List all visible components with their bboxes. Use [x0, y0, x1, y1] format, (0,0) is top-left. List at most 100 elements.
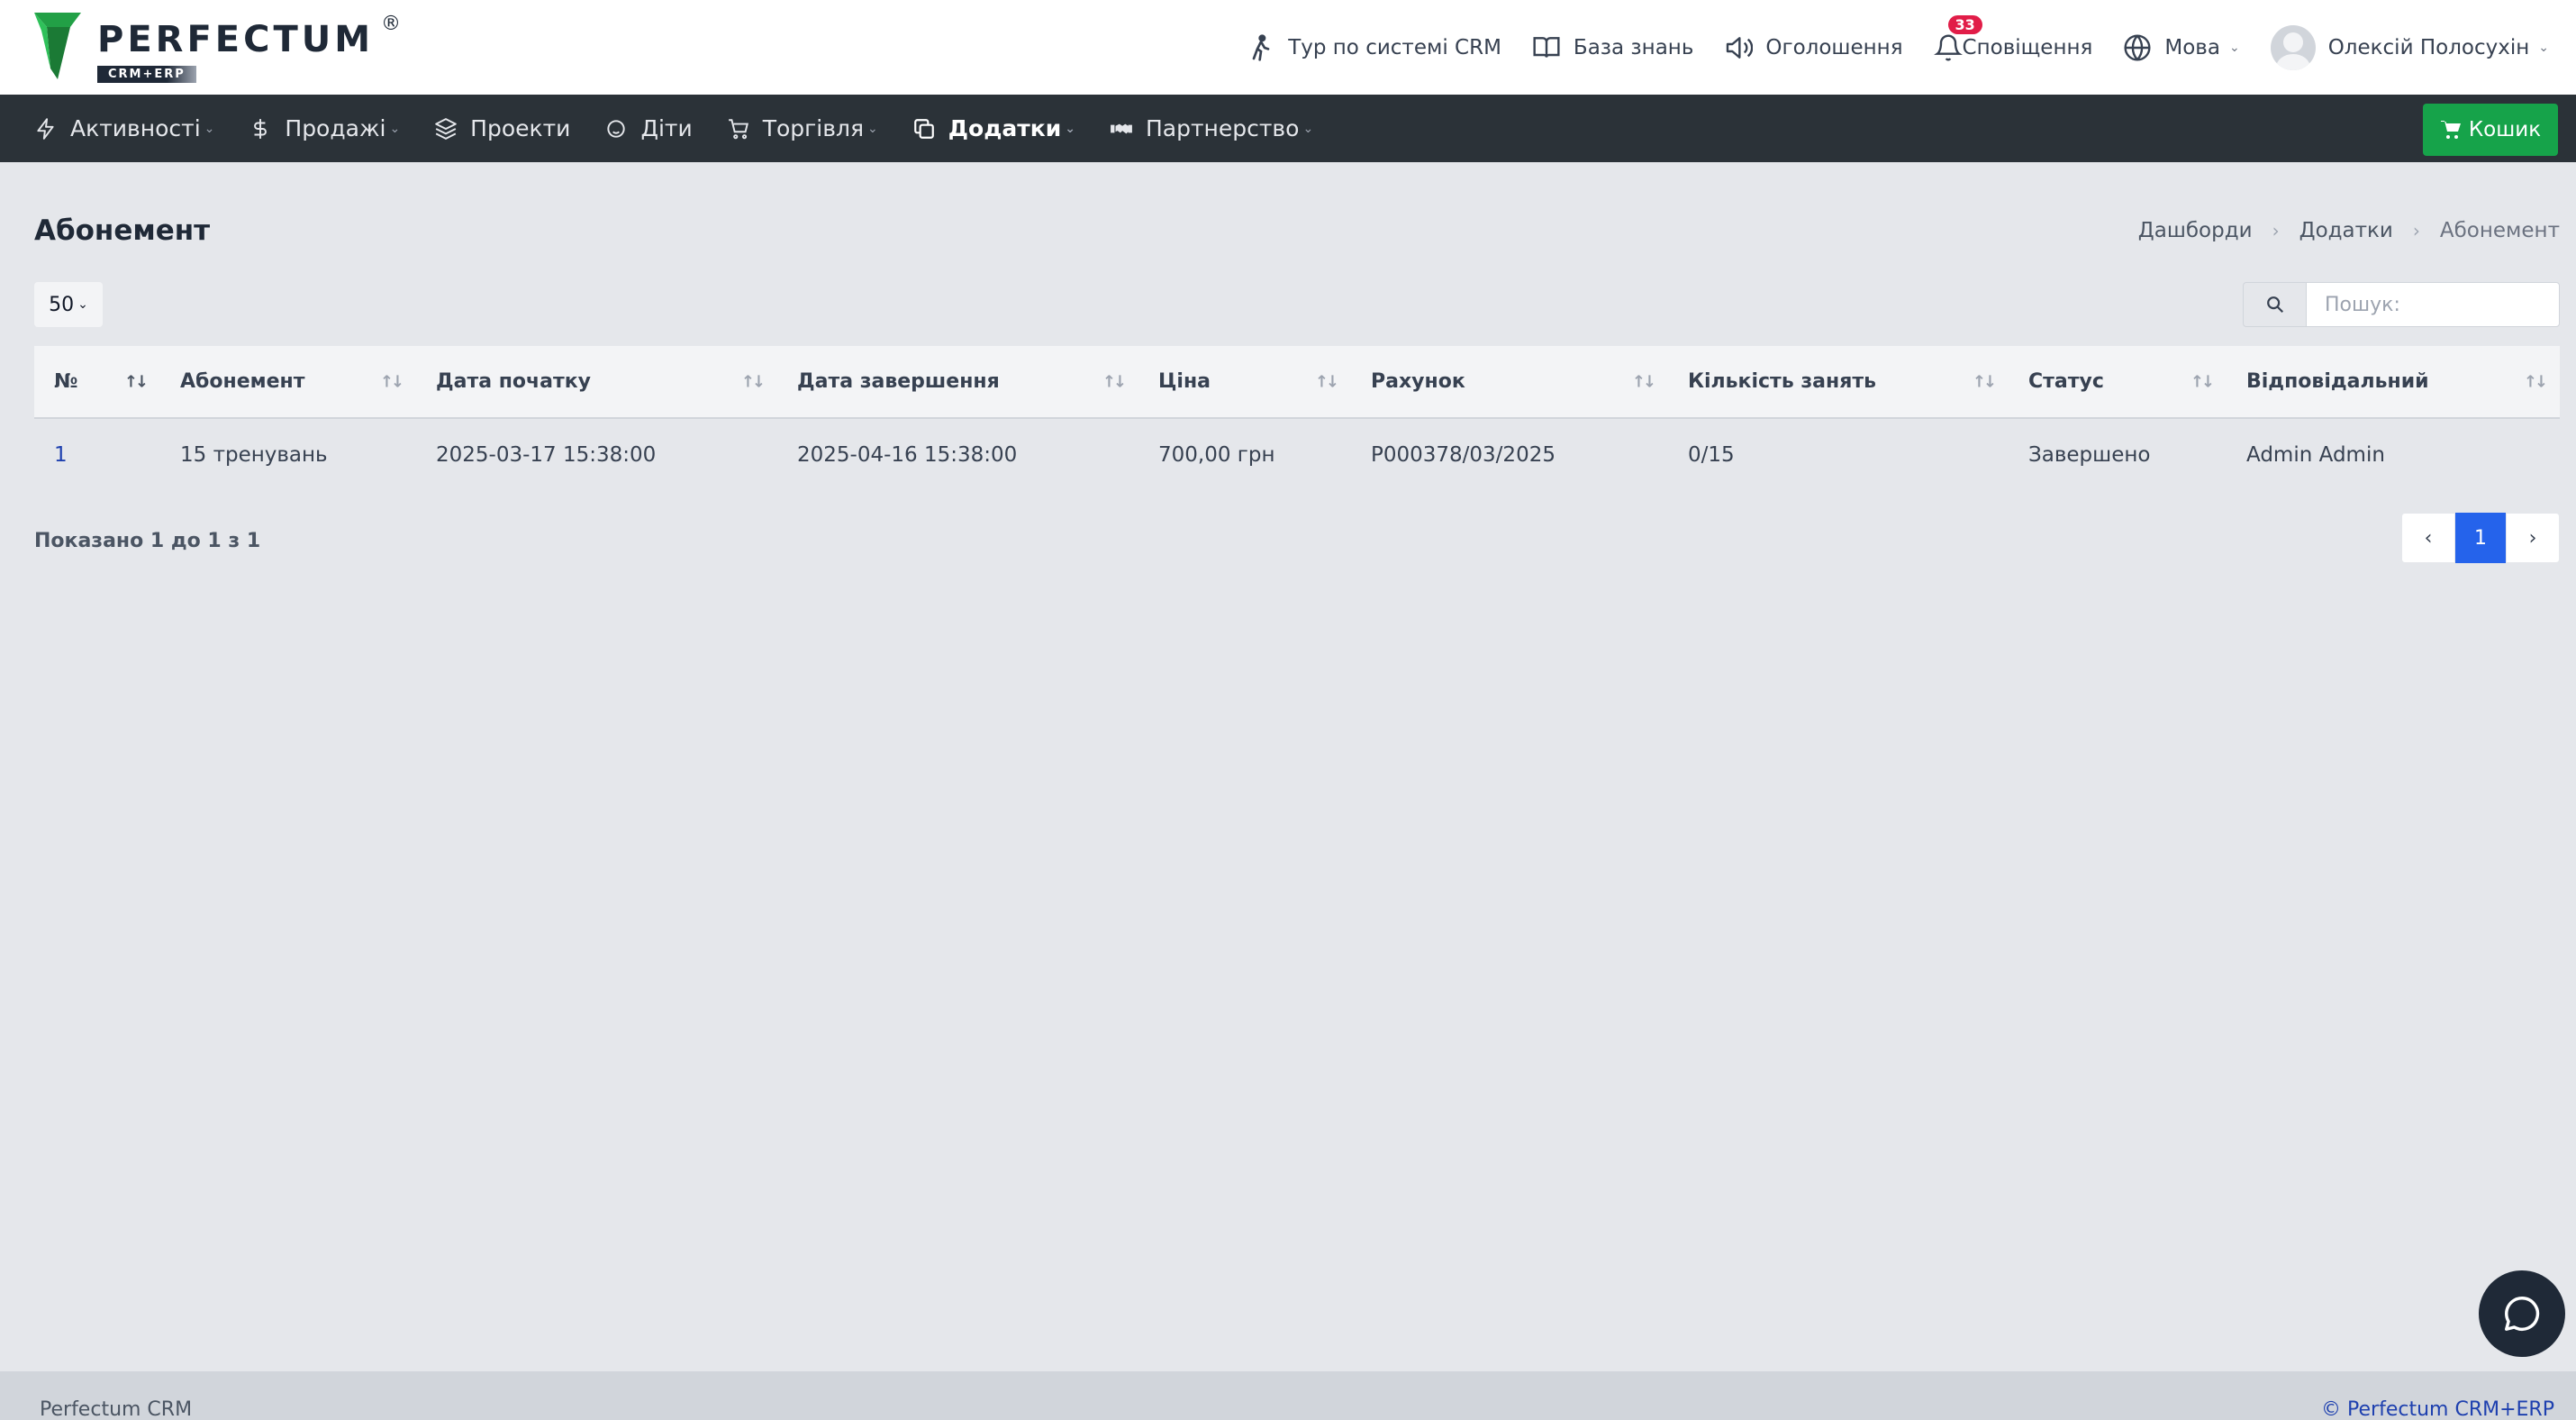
page-size-select[interactable]: 50 ⌄ [34, 282, 103, 327]
user-name: Олексій Полосухін [2327, 35, 2530, 59]
chevron-down-icon: ⌄ [77, 297, 88, 312]
sort-icon: ↑↓ [1631, 372, 1656, 391]
column-header-subscription[interactable]: Абонемент ↑↓ [160, 346, 416, 418]
tour-label: Тур по системі CRM [1288, 35, 1501, 59]
column-header-price[interactable]: Ціна ↑↓ [1138, 346, 1351, 418]
chat-button[interactable] [2479, 1270, 2565, 1357]
chevron-down-icon: ⌄ [389, 121, 401, 136]
pagination-prev-button[interactable]: ‹ [2401, 513, 2455, 563]
column-header-status[interactable]: Статус ↑↓ [2009, 346, 2227, 418]
nav-label: Торгівля [762, 115, 865, 141]
footer-copyright-link[interactable]: © Perfectum CRM+ERP [2321, 1398, 2554, 1420]
chevron-down-icon: ⌄ [1302, 121, 1314, 136]
handshake-icon [1111, 123, 1132, 133]
avatar [2270, 24, 2316, 70]
announcements-link[interactable]: Оголошення [1724, 33, 1903, 62]
announcements-label: Оголошення [1765, 35, 1903, 59]
column-header-invoice[interactable]: Рахунок ↑↓ [1351, 346, 1668, 418]
nav-label: Діти [640, 115, 693, 141]
cart-button[interactable]: Кошик [2423, 104, 2558, 156]
breadcrumb-separator-icon: › [2412, 220, 2420, 241]
bell-icon [1933, 34, 1963, 60]
table-info: Показано 1 до 1 з 1 [34, 530, 261, 552]
top-header: PERFECTUM ® CRM+ERP Тур по системі CRM Б… [0, 0, 2576, 95]
sort-icon: ↑↓ [2190, 372, 2215, 391]
knowledge-base-link[interactable]: База знань [1532, 33, 1693, 62]
subscriptions-table: № ↑↓ Абонемент ↑↓ Дата початку ↑↓ Дата заве… [34, 346, 2560, 490]
globe-icon [2124, 33, 2151, 61]
sort-icon: ↑↓ [1102, 372, 1127, 391]
nav-label: Додатки [948, 115, 1062, 141]
pagination: ‹ 1 › [2401, 513, 2560, 563]
tour-link[interactable]: Тур по системі CRM [1247, 33, 1501, 62]
sort-icon: ↑↓ [2523, 372, 2548, 391]
sort-icon: ↑↓ [379, 372, 404, 391]
nav-item-children[interactable]: Діти [604, 115, 693, 141]
nav-item-projects[interactable]: Проекти [434, 115, 570, 141]
search-icon [2266, 296, 2283, 314]
column-header-responsible[interactable]: Відповідальний ↑↓ [2227, 346, 2560, 418]
breadcrumb-separator-icon: › [2272, 220, 2280, 241]
nav-item-trade[interactable]: Торгівля ⌄ [727, 115, 878, 141]
chevron-down-icon: ⌄ [2228, 40, 2240, 55]
breadcrumb-item-dashboards[interactable]: Дашборди [2138, 219, 2253, 242]
notifications-badge: 33 [1947, 14, 1982, 34]
cart-label: Кошик [2468, 118, 2542, 141]
language-dropdown[interactable]: Мова ⌄ [2123, 33, 2240, 62]
notifications-link[interactable]: 33 Сповіщення [1933, 14, 2093, 62]
cart-icon [728, 118, 748, 139]
copy-icon [913, 118, 934, 139]
logo-mark-icon [34, 13, 81, 79]
nav-item-sales[interactable]: Продажі ⌄ [249, 115, 400, 141]
column-header-lessons-count[interactable]: Кількість занять ↑↓ [1668, 346, 2009, 418]
pagination-page-button[interactable]: 1 [2455, 513, 2506, 563]
search-button[interactable] [2243, 282, 2306, 327]
cell-end-date: 2025-04-16 15:38:00 [797, 442, 1018, 467]
cell-responsible: Admin Admin [2246, 442, 2385, 467]
knowledge-base-label: База знань [1573, 35, 1694, 59]
nav-label: Активності [70, 115, 201, 141]
top-nav: Тур по системі CRM База знань Оголошення… [1247, 0, 2549, 95]
dollar-icon [254, 118, 268, 139]
logo-subtitle: CRM+ERP [97, 66, 196, 83]
bolt-icon [37, 117, 54, 140]
nav-label: Проекти [470, 115, 571, 141]
column-header-number[interactable]: № ↑↓ [34, 346, 160, 418]
search-box [2243, 282, 2560, 327]
cell-invoice: P000378/03/2025 [1371, 442, 1556, 467]
sort-icon: ↑↓ [740, 372, 766, 391]
breadcrumb-item-addons[interactable]: Додатки [2299, 219, 2393, 242]
layers-icon [435, 117, 457, 140]
footer: Perfectum CRM © Perfectum CRM+ERP [0, 1371, 2576, 1420]
nav-item-addons[interactable]: Додатки ⌄ [912, 115, 1075, 141]
chevron-down-icon: ⌄ [2538, 40, 2549, 55]
cell-subscription: 15 тренувань [180, 442, 328, 467]
sort-icon: ↑↓ [1972, 372, 1997, 391]
page-title: Абонемент [34, 214, 211, 247]
notifications-label: Сповіщення [1962, 35, 2093, 59]
sort-desc-icon: ↑↓ [123, 372, 149, 391]
column-header-start-date[interactable]: Дата початку ↑↓ [416, 346, 777, 418]
walking-icon [1252, 33, 1270, 61]
table-header-row: № ↑↓ Абонемент ↑↓ Дата початку ↑↓ Дата заве… [34, 346, 2560, 418]
shopping-cart-icon [2440, 121, 2461, 139]
main-nav: Активності ⌄ Продажі ⌄ Проекти Діти Торг… [0, 95, 2576, 162]
language-label: Мова [2164, 35, 2220, 59]
book-icon [1533, 36, 1560, 58]
user-menu[interactable]: Олексій Полосухін ⌄ [2270, 24, 2549, 70]
cell-number-link[interactable]: 1 [34, 418, 160, 490]
cell-price: 700,00 грн [1158, 442, 1275, 467]
cell-lessons-count: 0/15 [1688, 442, 1735, 467]
logo-word: PERFECTUM [97, 19, 375, 60]
logo[interactable]: PERFECTUM ® CRM+ERP [34, 13, 401, 83]
registered-mark: ® [381, 13, 402, 35]
chevron-down-icon: ⌄ [204, 121, 215, 136]
pagination-next-button[interactable]: › [2506, 513, 2560, 563]
nav-item-activities[interactable]: Активності ⌄ [34, 115, 214, 141]
page-size-value: 50 [49, 293, 75, 316]
column-header-end-date[interactable]: Дата завершення ↑↓ [777, 346, 1138, 418]
nav-item-partnership[interactable]: Партнерство ⌄ [1110, 115, 1313, 141]
search-input[interactable] [2306, 282, 2560, 327]
chevron-down-icon: ⌄ [867, 121, 878, 136]
breadcrumb: Дашборди › Додатки › Абонемент [2138, 219, 2560, 242]
